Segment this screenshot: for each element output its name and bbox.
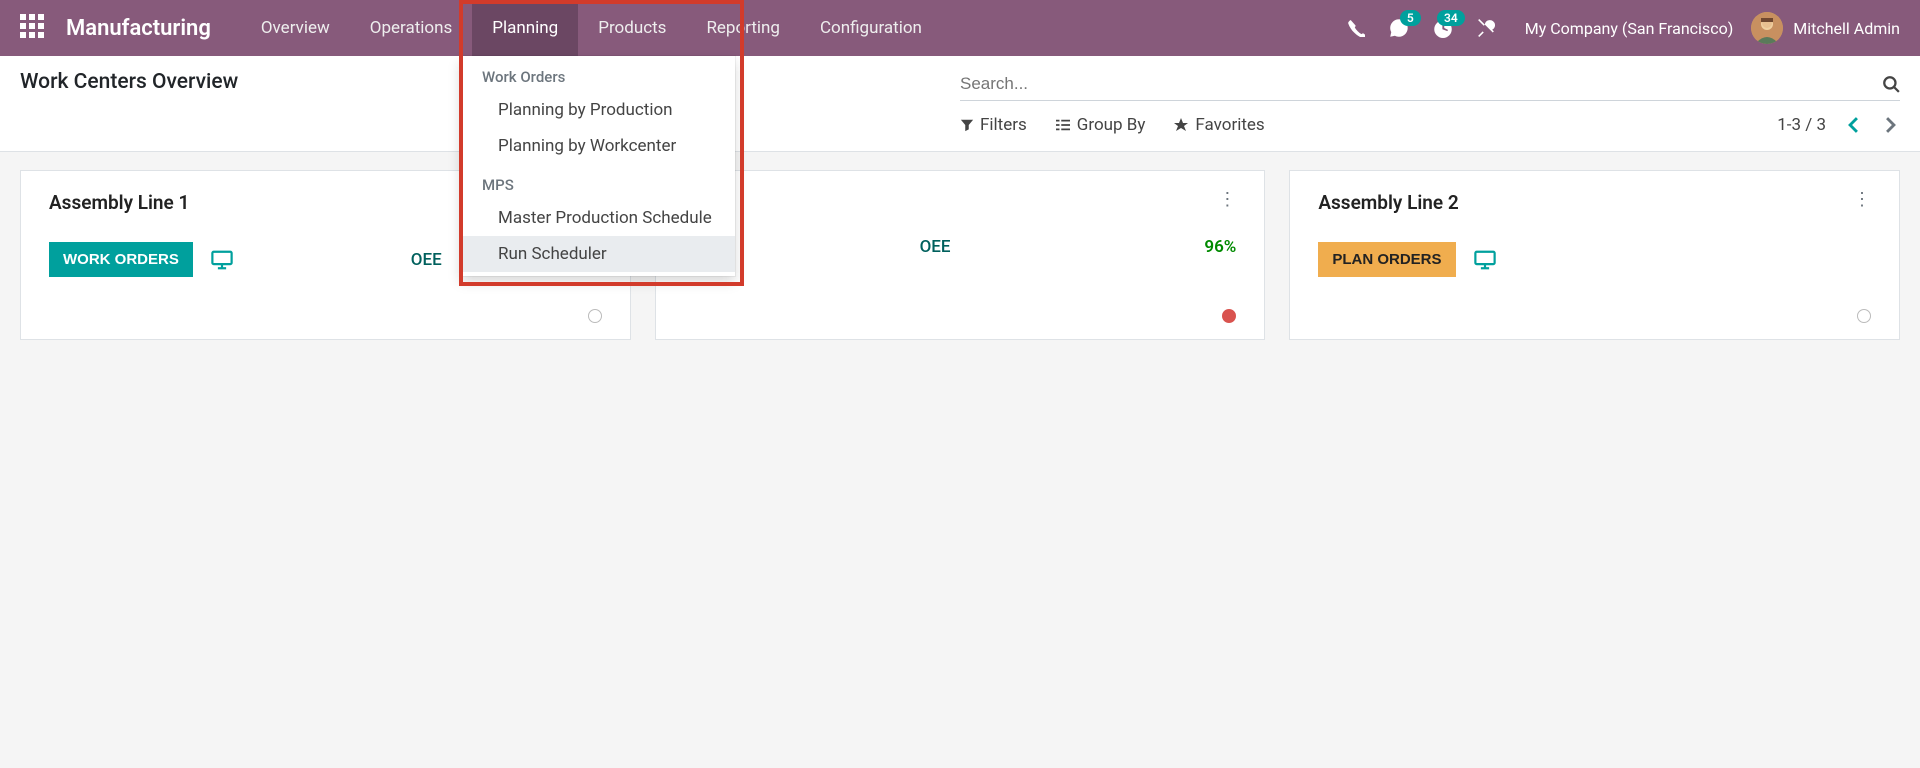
oee-label: OEE [920, 237, 951, 257]
navbar: Manufacturing Overview Operations Planni… [0, 0, 1920, 56]
pager-prev[interactable] [1844, 117, 1863, 133]
company-name[interactable]: My Company (San Francisco) [1525, 19, 1734, 38]
activity-badge: 34 [1437, 10, 1465, 26]
card-assembly-line-2[interactable]: Assembly Line 2 ⋮ PLAN ORDERS [1289, 170, 1900, 340]
activity-icon[interactable]: 34 [1433, 18, 1453, 38]
status-dot[interactable] [588, 309, 602, 323]
groupby-label: Group By [1077, 115, 1146, 135]
pager-text: 1-3 / 3 [1777, 115, 1826, 135]
card-title: Assembly Line 1 [49, 191, 189, 214]
plan-orders-button[interactable]: PLAN ORDERS [1318, 242, 1455, 277]
card-title: Assembly Line 2 [1318, 191, 1458, 214]
groupby-button[interactable]: Group By [1055, 115, 1146, 135]
nav-configuration[interactable]: Configuration [800, 0, 942, 56]
nav-reporting[interactable]: Reporting [686, 0, 800, 56]
dd-run-scheduler[interactable]: Run Scheduler [460, 236, 735, 272]
oee-label: OEE [411, 250, 442, 270]
apps-icon[interactable] [20, 14, 48, 42]
phone-icon[interactable] [1347, 19, 1365, 37]
search-input[interactable] [960, 70, 1882, 98]
favorites-label: Favorites [1195, 115, 1264, 135]
username[interactable]: Mitchell Admin [1793, 19, 1900, 38]
card-middle[interactable]: ⋮ OEE 96% [655, 170, 1266, 340]
nav-overview[interactable]: Overview [241, 0, 350, 56]
dd-section-workorders: Work Orders [460, 56, 735, 92]
monitor-icon[interactable] [211, 250, 233, 270]
oee-value: 96% [1204, 237, 1236, 257]
control-panel: Work Centers Overview Filters Group By F… [0, 56, 1920, 152]
card-menu-icon[interactable]: ⋮ [1218, 191, 1236, 209]
app-title: Manufacturing [66, 16, 211, 41]
chat-badge: 5 [1400, 10, 1421, 26]
work-orders-button[interactable]: WORK ORDERS [49, 242, 193, 277]
nav-planning[interactable]: Planning [472, 0, 578, 56]
status-dot[interactable] [1857, 309, 1871, 323]
dd-master-production-schedule[interactable]: Master Production Schedule [460, 200, 735, 236]
nav-operations[interactable]: Operations [350, 0, 473, 56]
chat-icon[interactable]: 5 [1389, 18, 1409, 38]
kanban: Assembly Line 1 ⋮ WORK ORDERS OEE ⋮ OEE … [0, 152, 1920, 358]
favorites-button[interactable]: Favorites [1173, 115, 1264, 135]
search-icon[interactable] [1882, 75, 1900, 93]
filters-button[interactable]: Filters [960, 115, 1027, 135]
monitor-icon[interactable] [1474, 250, 1496, 270]
planning-dropdown: Work Orders Planning by Production Plann… [460, 56, 735, 276]
dd-section-mps: MPS [460, 164, 735, 200]
nav-products[interactable]: Products [578, 0, 686, 56]
card-menu-icon[interactable]: ⋮ [1853, 191, 1871, 209]
avatar[interactable] [1751, 12, 1783, 44]
dd-planning-by-workcenter[interactable]: Planning by Workcenter [460, 128, 735, 164]
status-dot[interactable] [1222, 309, 1236, 323]
pager-next[interactable] [1881, 117, 1900, 133]
tools-icon[interactable] [1477, 19, 1495, 37]
dd-planning-by-production[interactable]: Planning by Production [460, 92, 735, 128]
filters-label: Filters [980, 115, 1027, 135]
